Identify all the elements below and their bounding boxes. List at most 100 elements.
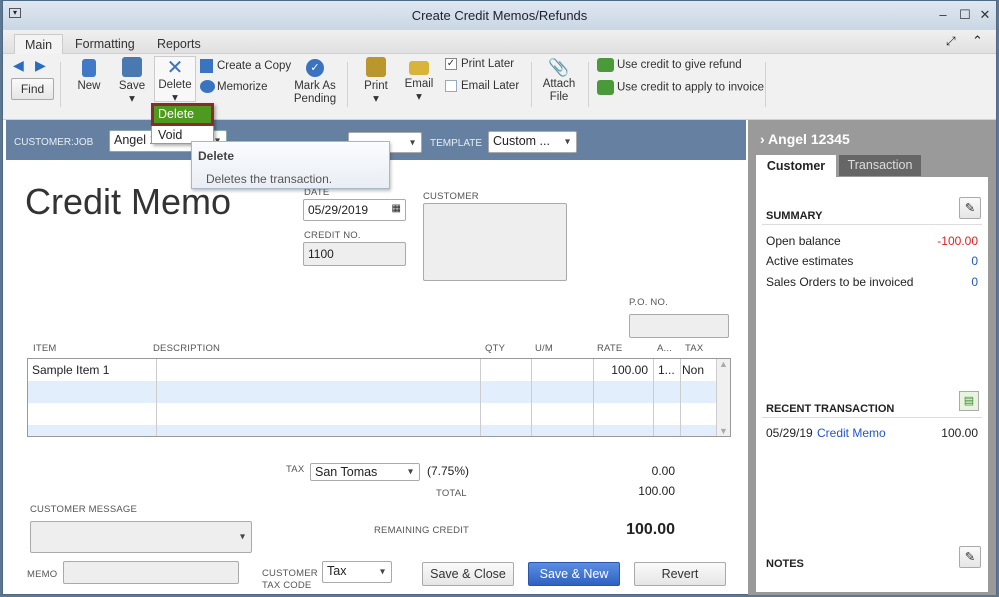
- revert-button[interactable]: Revert: [634, 562, 726, 586]
- menu-item-delete[interactable]: Delete: [151, 103, 214, 126]
- collapse-ribbon-icon[interactable]: ⌃: [972, 33, 983, 49]
- memo-field[interactable]: [63, 561, 239, 584]
- new-document-icon: [82, 59, 96, 77]
- previous-icon[interactable]: ◀: [13, 57, 24, 74]
- table-row[interactable]: Sample Item 1 100.00 1... Non: [28, 359, 716, 381]
- panel-tab-customer[interactable]: Customer: [756, 155, 836, 178]
- customer-tax-code-label: CUSTOMER TAX CODE: [262, 568, 318, 592]
- use-credit-invoice-label: Use credit to apply to invoice: [617, 81, 765, 94]
- menu-item-delete-label: Delete: [154, 106, 211, 123]
- memorize-label: Memorize: [217, 81, 268, 93]
- line-items-table: Sample Item 1 100.00 1... Non ▲ ▼: [27, 358, 731, 437]
- memorize-icon: [200, 80, 215, 94]
- column-amount[interactable]: A...: [657, 343, 672, 354]
- cell-rate[interactable]: 100.00: [594, 363, 648, 377]
- new-label: New: [77, 80, 101, 92]
- panel-name-text: Angel 12345: [768, 131, 850, 147]
- recent-date: 05/29/19: [766, 426, 813, 440]
- edit-notes-button[interactable]: ✎: [959, 546, 981, 568]
- cell-amount[interactable]: 1...: [658, 363, 675, 377]
- tax-item-dropdown[interactable]: San Tomas: [310, 463, 420, 481]
- save-new-button[interactable]: Save & New: [528, 562, 620, 586]
- panel-tab-transaction[interactable]: Transaction: [839, 155, 921, 176]
- tab-reports[interactable]: Reports: [147, 34, 211, 55]
- active-estimates-value[interactable]: 0: [971, 254, 978, 268]
- new-button[interactable]: New: [73, 59, 105, 93]
- print-button[interactable]: Print ▾: [360, 57, 392, 106]
- date-value: 05/29/2019: [308, 203, 369, 217]
- tab-formatting[interactable]: Formatting: [65, 34, 145, 55]
- column-item[interactable]: ITEM: [33, 343, 57, 354]
- save-close-button[interactable]: Save & Close: [422, 562, 514, 586]
- column-um[interactable]: U/M: [535, 343, 553, 354]
- customer-address-field[interactable]: [423, 203, 567, 281]
- credit-no-field[interactable]: 1100: [303, 242, 406, 266]
- maximize-icon[interactable]: ☐: [957, 8, 973, 22]
- delete-button[interactable]: ✕ Delete ▾: [154, 56, 196, 104]
- cell-tax[interactable]: Non: [682, 363, 704, 377]
- print-label: Print: [364, 80, 388, 92]
- close-icon[interactable]: ✕: [977, 8, 993, 22]
- column-qty[interactable]: QTY: [485, 343, 505, 354]
- calendar-icon[interactable]: ▦: [392, 203, 401, 214]
- summary-title: SUMMARY: [766, 210, 823, 222]
- find-button[interactable]: Find: [11, 78, 54, 100]
- recent-type-link[interactable]: Credit Memo: [817, 426, 886, 440]
- report-icon[interactable]: ▤: [959, 391, 979, 411]
- save-button[interactable]: Save ▾: [116, 57, 148, 106]
- email-button[interactable]: Email ▾: [403, 57, 435, 104]
- tax-code-dropdown[interactable]: Tax: [322, 561, 392, 583]
- print-later-checkbox[interactable]: ✓ Print Later: [445, 57, 514, 71]
- column-rate[interactable]: RATE: [597, 343, 622, 354]
- edit-customer-button[interactable]: ✎: [959, 197, 981, 219]
- tax-rate: (7.75%): [427, 464, 470, 478]
- summary-label: Sales Orders to be invoiced: [766, 275, 914, 289]
- panel-customer-name[interactable]: › Angel 12345: [760, 131, 850, 147]
- tooltip-text: Deletes the transaction.: [206, 172, 333, 186]
- system-menu-icon[interactable]: ▾: [9, 8, 21, 18]
- column-tax[interactable]: TAX: [685, 343, 703, 354]
- window: ▾ Create Credit Memos/Refunds – ☐ ✕ Main…: [2, 0, 997, 595]
- printer-icon: [366, 57, 386, 77]
- attach-file-button[interactable]: 📎 Attach File: [540, 58, 578, 104]
- use-credit-refund-button[interactable]: Use credit to give refund: [597, 58, 742, 72]
- email-later-checkbox[interactable]: Email Later: [445, 79, 519, 93]
- table-header: ITEM DESCRIPTION QTY U/M RATE A... TAX: [27, 343, 731, 356]
- date-field[interactable]: 05/29/2019 ▦: [303, 199, 406, 221]
- table-row[interactable]: [28, 403, 716, 425]
- scroll-up-icon[interactable]: ▲: [719, 359, 728, 369]
- create-copy-label: Create a Copy: [217, 60, 292, 73]
- table-row[interactable]: [28, 425, 716, 436]
- table-scrollbar[interactable]: ▲ ▼: [716, 359, 730, 436]
- menu-item-void[interactable]: Void: [158, 128, 182, 142]
- apply-invoice-icon: [597, 80, 614, 95]
- memorize-button[interactable]: Memorize: [200, 80, 267, 94]
- tax-code-value: Tax: [327, 564, 347, 578]
- po-no-label: P.O. NO.: [629, 297, 668, 308]
- create-copy-button[interactable]: Create a Copy: [200, 59, 291, 73]
- template-dropdown[interactable]: Custom ...: [488, 131, 577, 153]
- pencil-icon: ✎: [964, 201, 976, 215]
- recent-transaction-title: RECENT TRANSACTION: [766, 403, 895, 415]
- cell-item[interactable]: Sample Item 1: [32, 363, 109, 377]
- remaining-credit-amount: 100.00: [626, 521, 675, 538]
- expand-icon[interactable]: ⤢: [946, 34, 956, 49]
- print-later-label: Print Later: [461, 58, 515, 70]
- tab-main[interactable]: Main: [14, 34, 64, 55]
- mark-as-label: Mark As: [294, 80, 336, 92]
- table-row[interactable]: [28, 381, 716, 403]
- minimize-icon[interactable]: –: [935, 8, 951, 22]
- total-amount: 100.00: [638, 484, 675, 498]
- customer-message-dropdown[interactable]: [30, 521, 252, 553]
- title-bar: ▾ Create Credit Memos/Refunds – ☐ ✕: [3, 1, 996, 30]
- mark-as-pending-button[interactable]: ✓ Mark As Pending: [291, 59, 339, 106]
- use-credit-invoice-button[interactable]: Use credit to apply to invoice: [597, 80, 764, 95]
- next-icon[interactable]: ▶: [35, 57, 46, 74]
- po-no-field[interactable]: [629, 314, 729, 338]
- open-balance-value[interactable]: -100.00: [937, 234, 978, 248]
- scroll-down-icon[interactable]: ▼: [719, 426, 728, 436]
- remaining-credit-label: REMAINING CREDIT: [374, 525, 470, 536]
- column-description[interactable]: DESCRIPTION: [153, 343, 220, 354]
- credit-no-value: 1100: [308, 247, 334, 261]
- sales-orders-value[interactable]: 0: [971, 275, 978, 289]
